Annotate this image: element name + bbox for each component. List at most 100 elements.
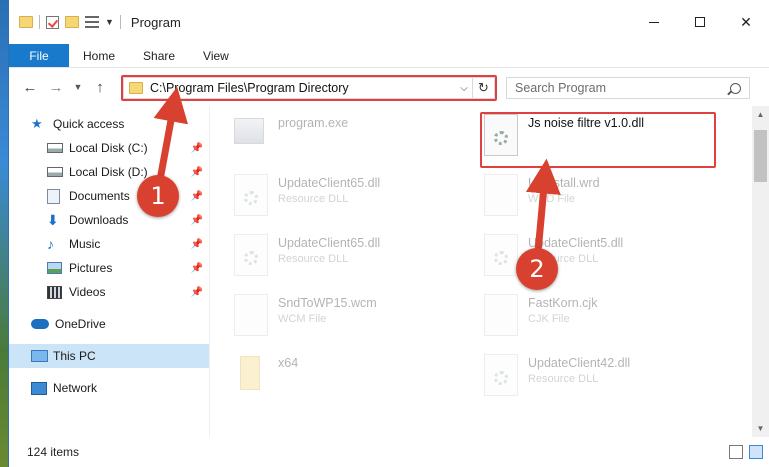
details-view-button[interactable] xyxy=(729,445,743,459)
disk-icon xyxy=(47,143,63,153)
step-2-badge: 2 xyxy=(516,248,558,290)
search-icon[interactable] xyxy=(730,82,741,94)
minimize-button[interactable] xyxy=(631,0,677,44)
file-name: Js noise filtre v1.0.dll xyxy=(528,116,645,130)
address-path[interactable]: C:\Program Files\Program Directory xyxy=(150,81,456,95)
customize-icon[interactable] xyxy=(85,16,99,28)
network-icon xyxy=(31,381,47,395)
gear-icon xyxy=(494,131,508,145)
recent-locations-button[interactable]: ▼ xyxy=(71,82,85,92)
file-item[interactable]: x64 xyxy=(234,350,464,406)
nav-local-disk-d[interactable]: Local Disk (D:) 📌 xyxy=(9,160,209,184)
nav-label: Documents xyxy=(69,189,130,203)
search-input[interactable] xyxy=(515,81,730,95)
nav-label: Local Disk (C:) xyxy=(69,141,148,155)
file-item[interactable]: program.exe xyxy=(234,110,464,166)
pin-icon[interactable]: 📌 xyxy=(191,167,203,178)
vertical-scrollbar[interactable]: ▲ ▼ xyxy=(752,106,769,437)
tab-home[interactable]: Home xyxy=(69,44,129,67)
content-area: ★ Quick access Local Disk (C:) 📌 Local D… xyxy=(9,106,769,437)
tab-share[interactable]: Share xyxy=(129,44,189,67)
status-bar: 124 items xyxy=(9,437,769,467)
toolbar-divider xyxy=(39,15,40,29)
nav-downloads[interactable]: ⬇ Downloads 📌 xyxy=(9,208,209,232)
address-dropdown-icon[interactable]: ⌵ xyxy=(456,83,472,94)
star-icon: ★ xyxy=(31,116,43,131)
gear-icon xyxy=(244,191,258,205)
file-name: Uninstall.wrd xyxy=(528,176,600,190)
close-icon: ✕ xyxy=(740,13,752,30)
nav-videos[interactable]: Videos 📌 xyxy=(9,280,209,304)
pin-icon[interactable]: 📌 xyxy=(191,239,203,250)
dll-file-icon xyxy=(484,234,518,276)
view-toggle xyxy=(729,445,763,459)
nav-label: Downloads xyxy=(69,213,129,227)
file-type: Resource DLL xyxy=(528,373,599,385)
back-button[interactable]: ← xyxy=(19,79,41,96)
nav-this-pc[interactable]: This PC xyxy=(9,344,209,368)
file-name: x64 xyxy=(278,356,299,370)
cloud-icon xyxy=(31,319,49,329)
file-name: FastKorn.cjk xyxy=(528,296,598,310)
pin-icon[interactable]: 📌 xyxy=(191,143,203,154)
scroll-up-icon[interactable]: ▲ xyxy=(752,106,769,123)
window-controls: ✕ xyxy=(631,0,769,44)
file-item[interactable]: SndToWP15.wcm WCM File xyxy=(234,290,464,346)
nav-pictures[interactable]: Pictures 📌 xyxy=(9,256,209,280)
documents-icon xyxy=(47,188,60,204)
nav-local-disk-c[interactable]: Local Disk (C:) 📌 xyxy=(9,136,209,160)
minimize-icon xyxy=(649,21,659,23)
navigation-pane: ★ Quick access Local Disk (C:) 📌 Local D… xyxy=(9,106,209,437)
tab-view[interactable]: View xyxy=(189,44,243,67)
search-box[interactable] xyxy=(506,77,750,99)
file-type: CJK File xyxy=(528,313,570,325)
nav-quick-access[interactable]: ★ Quick access xyxy=(9,112,209,136)
scroll-thumb[interactable] xyxy=(754,130,767,182)
up-button[interactable]: ↑ xyxy=(89,79,111,96)
file-name: UpdateClient42.dll xyxy=(528,356,631,370)
file-type: Resource DLL xyxy=(278,253,349,265)
pin-icon[interactable]: 📌 xyxy=(191,215,203,226)
file-name: UpdateClient65.dll xyxy=(278,236,381,250)
file-item-target-dll[interactable]: Js noise filtre v1.0.dll xyxy=(484,110,714,166)
videos-icon xyxy=(47,285,62,299)
refresh-button[interactable]: ↻ xyxy=(472,78,494,98)
file-item[interactable]: UpdateClient65.dll Resource DLL xyxy=(234,170,464,226)
pin-icon[interactable]: 📌 xyxy=(191,263,203,274)
chevron-down-icon[interactable]: ▼ xyxy=(105,17,114,27)
disk-icon xyxy=(47,167,63,177)
folder-icon xyxy=(129,82,143,94)
nav-music[interactable]: ♪ Music 📌 xyxy=(9,232,209,256)
nav-network[interactable]: Network xyxy=(9,376,209,400)
properties-check-icon[interactable] xyxy=(46,15,59,29)
file-item[interactable]: UpdateClient65.dll Resource DLL xyxy=(234,230,464,286)
nav-documents[interactable]: Documents 📌 xyxy=(9,184,209,208)
file-item[interactable]: UpdateClient42.dll Resource DLL xyxy=(484,350,714,406)
computer-icon xyxy=(31,350,48,362)
nav-onedrive[interactable]: OneDrive xyxy=(9,312,209,336)
forward-button[interactable]: → xyxy=(45,79,67,96)
pin-icon[interactable]: 📌 xyxy=(191,191,203,202)
maximize-button[interactable] xyxy=(677,0,723,44)
maximize-icon xyxy=(695,17,705,27)
dll-file-icon xyxy=(484,114,518,156)
file-icon xyxy=(484,294,518,336)
address-bar[interactable]: C:\Program Files\Program Directory ⌵ ↻ xyxy=(123,77,495,99)
scroll-down-icon[interactable]: ▼ xyxy=(752,420,769,437)
tab-file[interactable]: File xyxy=(9,44,69,67)
gear-icon xyxy=(494,371,508,385)
gear-icon xyxy=(494,251,508,265)
toolbar-divider xyxy=(119,15,121,29)
window-title: Program xyxy=(130,14,181,30)
file-type: WCM File xyxy=(278,313,327,325)
folder-icon xyxy=(240,356,260,390)
nav-label: This PC xyxy=(53,349,96,363)
file-item[interactable]: Uninstall.wrd WRD File xyxy=(484,170,714,226)
folder-icon xyxy=(19,16,33,28)
new-folder-icon[interactable] xyxy=(65,16,79,28)
file-item[interactable]: FastKorn.cjk CJK File xyxy=(484,290,714,346)
large-icons-view-button[interactable] xyxy=(749,445,763,459)
close-button[interactable]: ✕ xyxy=(723,0,769,44)
quick-access-toolbar: ▼ xyxy=(9,15,121,29)
pin-icon[interactable]: 📌 xyxy=(191,287,203,298)
